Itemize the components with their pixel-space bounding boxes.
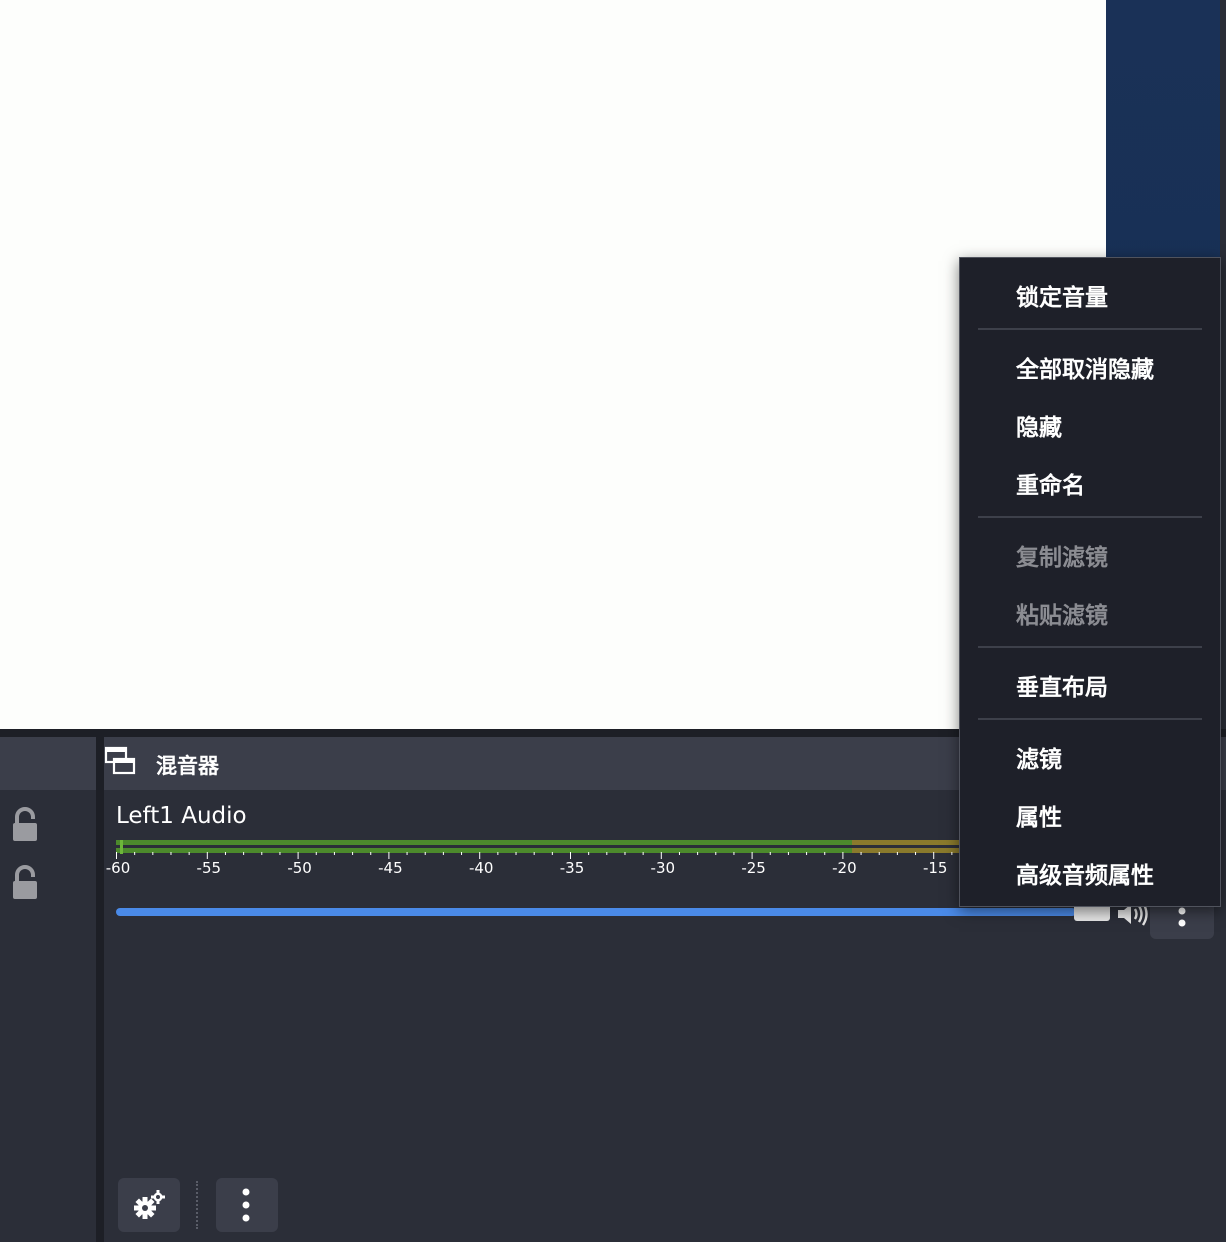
mixer-more-button[interactable] — [216, 1178, 278, 1232]
sources-dock-header — [0, 737, 96, 790]
meter-tick-label: -35 — [559, 859, 585, 877]
context-menu: 锁定音量 全部取消隐藏 隐藏 重命名 复制滤镜 粘贴滤镜 垂直布局 滤镜 属性 … — [959, 257, 1221, 907]
channel-name[interactable]: Left1 Audio — [116, 803, 247, 829]
vertical-dots-icon — [242, 1188, 250, 1222]
meter-tick-label: -50 — [287, 859, 312, 877]
menu-item-rename[interactable]: 重命名 — [1016, 466, 1085, 500]
menu-separator — [978, 646, 1202, 648]
menu-item-copy-filters: 复制滤镜 — [1016, 545, 1108, 571]
lock-icon[interactable] — [10, 807, 40, 843]
sources-dock — [0, 737, 96, 1242]
menu-separator — [978, 516, 1202, 518]
meter-tick-label: -45 — [378, 859, 403, 877]
dock-float-icon[interactable] — [104, 745, 138, 779]
mixer-title: 混音器 — [156, 754, 219, 778]
app-window: 混音器 Left1 Audio -60 -55 -50 -45 -40 -35 -30 -25… — [0, 0, 1226, 1242]
volume-slider-track[interactable] — [116, 908, 1076, 916]
menu-separator — [978, 718, 1202, 720]
menu-separator — [978, 328, 1202, 330]
gear-icon — [134, 1190, 165, 1219]
meter-tick-label: -25 — [741, 859, 766, 877]
meter-tick-label: -55 — [196, 859, 222, 877]
meter-tick-label: -15 — [922, 859, 948, 877]
meter-tick-label: -60 — [105, 859, 131, 877]
mixer-settings-button[interactable] — [118, 1178, 180, 1232]
menu-item-unhide-all[interactable]: 全部取消隐藏 — [1016, 350, 1154, 384]
preview-canvas[interactable] — [0, 0, 1106, 729]
toolbar-separator — [196, 1181, 198, 1229]
meter-tick-label: -20 — [832, 859, 857, 877]
lock-icon[interactable] — [10, 865, 40, 901]
menu-item-properties[interactable]: 属性 — [1016, 798, 1062, 832]
menu-item-lock-volume[interactable]: 锁定音量 — [1016, 278, 1108, 312]
meter-tick-label: -40 — [468, 859, 494, 877]
menu-item-filters[interactable]: 滤镜 — [1016, 740, 1062, 774]
menu-item-hide[interactable]: 隐藏 — [1016, 408, 1062, 442]
menu-item-paste-filters: 粘贴滤镜 — [1016, 603, 1108, 629]
menu-item-vertical-layout[interactable]: 垂直布局 — [1016, 668, 1108, 702]
menu-item-advanced-audio[interactable]: 高级音频属性 — [1016, 856, 1154, 890]
meter-tick-label: -30 — [650, 859, 676, 877]
